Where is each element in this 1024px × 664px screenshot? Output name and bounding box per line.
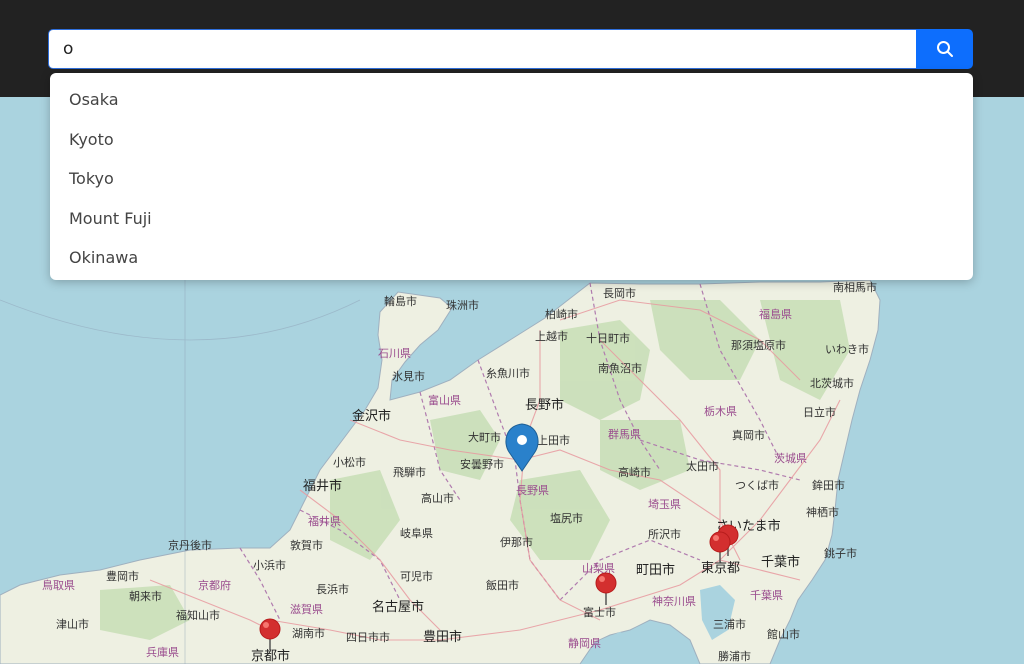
label-joetsu: 上越市 (535, 329, 568, 343)
label-himi: 氷見市 (392, 369, 425, 383)
label-hyogo: 兵庫県 (146, 645, 179, 659)
label-minamisoma: 南相馬市 (833, 280, 877, 294)
label-toyooka: 豊岡市 (106, 569, 139, 583)
label-fukuchiyama: 福知山市 (176, 608, 220, 622)
search-button[interactable] (916, 29, 973, 69)
label-tokorozawa: 所沢市 (648, 527, 681, 541)
search-icon (936, 41, 953, 57)
label-iwaki: いわき市 (825, 342, 869, 356)
label-shizuoka: 静岡県 (568, 636, 601, 650)
search-bar (48, 29, 973, 69)
label-tsuruga: 敦賀市 (290, 538, 323, 552)
label-konan: 湖南市 (292, 626, 325, 640)
label-ota: 太田市 (686, 459, 719, 473)
label-kamisu: 神栖市 (806, 505, 839, 519)
label-miura: 三浦市 (713, 617, 746, 631)
label-gunma: 群馬県 (608, 427, 641, 441)
label-obama: 小浜市 (253, 558, 286, 572)
label-azumino: 安曇野市 (460, 457, 504, 471)
label-gifu: 岐阜県 (400, 527, 433, 540)
label-takasaki: 高崎市 (618, 465, 651, 479)
suggestion-mount-fuji[interactable]: Mount Fuji (50, 199, 973, 239)
label-kitaibaraki: 北茨城市 (810, 376, 854, 390)
label-takayama: 高山市 (421, 491, 454, 505)
label-ishikawa: 石川県 (378, 347, 411, 360)
label-hida: 飛騨市 (393, 465, 426, 479)
label-ibaraki: 茨城県 (774, 451, 807, 465)
suggestions-dropdown: Osaka Kyoto Tokyo Mount Fuji Okinawa (50, 73, 973, 280)
label-wajima: 輪島市 (384, 294, 417, 308)
label-naganopref: 長野県 (516, 484, 549, 497)
label-tokamachi: 十日町市 (586, 331, 630, 345)
label-yokkaichi: 四日市市 (346, 630, 390, 644)
label-kanazawa: 金沢市 (352, 408, 391, 424)
label-tottori: 鳥取県 (42, 578, 75, 592)
label-yamanashi: 山梨県 (582, 561, 615, 575)
label-hokota: 鉾田市 (812, 478, 845, 492)
suggestion-osaka[interactable]: Osaka (50, 80, 973, 120)
label-hitachi: 日立市 (803, 405, 836, 419)
label-shiga: 滋賀県 (290, 603, 323, 616)
label-shiojiri: 塩尻市 (550, 511, 583, 525)
suggestion-okinawa[interactable]: Okinawa (50, 238, 973, 278)
label-moka: 真岡市 (732, 428, 765, 442)
label-choshi: 銚子市 (824, 546, 857, 560)
label-saitama: 埼玉県 (648, 497, 681, 511)
label-fuji: 富士市 (583, 605, 616, 619)
label-nagaoka: 長岡市 (603, 286, 636, 300)
label-itoigawa: 糸魚川市 (486, 366, 530, 380)
label-kyotofu: 京都府 (198, 578, 231, 592)
suggestion-tokyo[interactable]: Tokyo (50, 159, 973, 199)
label-asago: 朝来市 (129, 589, 162, 603)
label-chibashi: 千葉市 (761, 554, 800, 570)
label-toyama: 富山県 (428, 393, 461, 407)
label-nagoya: 名古屋市 (372, 599, 424, 615)
label-iida: 飯田市 (486, 578, 519, 592)
label-tsuyama: 津山市 (56, 617, 89, 631)
label-komatsu: 小松市 (333, 455, 366, 469)
search-input[interactable] (48, 29, 916, 69)
label-fukushima: 福島県 (759, 307, 792, 321)
label-katsuura: 勝浦市 (718, 649, 751, 663)
label-chiba: 千葉県 (750, 588, 783, 602)
label-fukuipref: 福井県 (308, 514, 341, 528)
label-ina: 伊那市 (500, 535, 533, 549)
label-tochigi: 栃木県 (704, 404, 737, 418)
label-nasushiobara: 那須塩原市 (731, 338, 786, 352)
label-kyotoshi: 京都市 (251, 648, 290, 664)
label-toyota: 豊田市 (423, 629, 462, 645)
label-kani: 可児市 (400, 569, 433, 583)
label-tateyama: 館山市 (767, 627, 800, 641)
label-omachi: 大町市 (468, 430, 501, 444)
label-nagahama: 長浜市 (316, 582, 349, 596)
label-nagano: 長野市 (525, 397, 564, 413)
label-machida: 町田市 (636, 562, 675, 578)
label-tsukuba: つくば市 (735, 478, 779, 492)
label-kanagawa: 神奈川県 (652, 594, 696, 608)
label-suzu: 珠洲市 (446, 298, 479, 312)
label-kashiwazaki: 柏崎市 (545, 307, 578, 321)
label-minamiuonuma: 南魚沼市 (598, 361, 642, 375)
label-ueda: 上田市 (537, 433, 570, 447)
label-kyotango: 京丹後市 (168, 538, 212, 552)
suggestion-kyoto[interactable]: Kyoto (50, 120, 973, 160)
label-fukui: 福井市 (303, 478, 342, 494)
